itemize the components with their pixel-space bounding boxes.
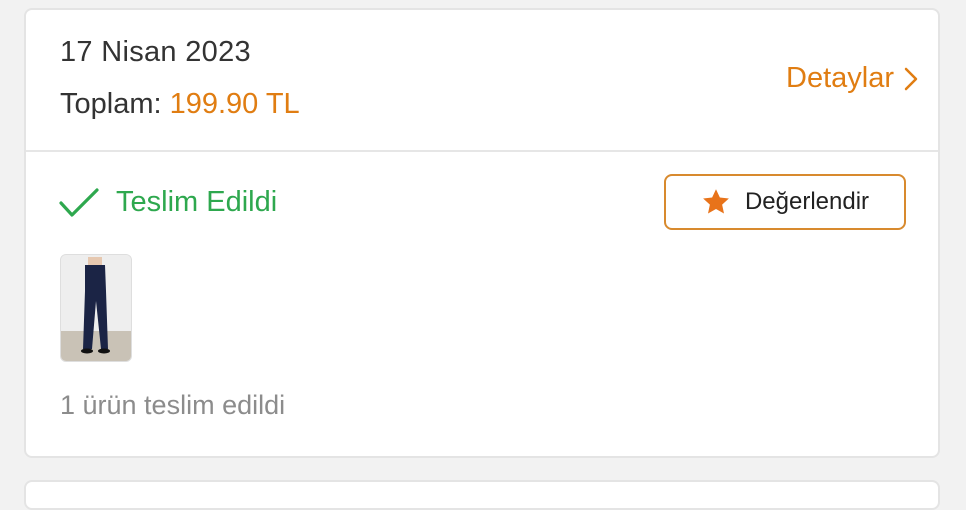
- rate-button-label: Değerlendir: [744, 188, 870, 215]
- order-total-amount: 199.90 TL: [169, 88, 300, 120]
- order-total: Toplam: 199.90 TL: [60, 88, 300, 121]
- order-card: 17 Nisan 2023 Toplam: 199.90 TL Detaylar…: [24, 8, 940, 458]
- details-link[interactable]: Detaylar: [786, 62, 918, 95]
- checkmark-icon: [59, 187, 99, 217]
- delivered-items-note: 1 ürün teslim edildi: [60, 390, 286, 420]
- details-link-label: Detaylar: [786, 62, 894, 94]
- rate-button[interactable]: Değerlendir: [664, 174, 906, 230]
- product-image: [61, 255, 131, 361]
- order-header: 17 Nisan 2023 Toplam: 199.90 TL Detaylar: [26, 10, 938, 152]
- product-thumbnail[interactable]: [60, 254, 132, 362]
- order-total-label: Toplam:: [60, 88, 162, 120]
- chevron-right-icon: [904, 67, 918, 90]
- delivery-status: Teslim Edildi: [58, 186, 277, 219]
- order-date: 17 Nisan 2023: [60, 36, 251, 68]
- star-icon: [703, 189, 729, 214]
- status-text: Teslim Edildi: [116, 186, 278, 218]
- next-order-card: [24, 480, 940, 510]
